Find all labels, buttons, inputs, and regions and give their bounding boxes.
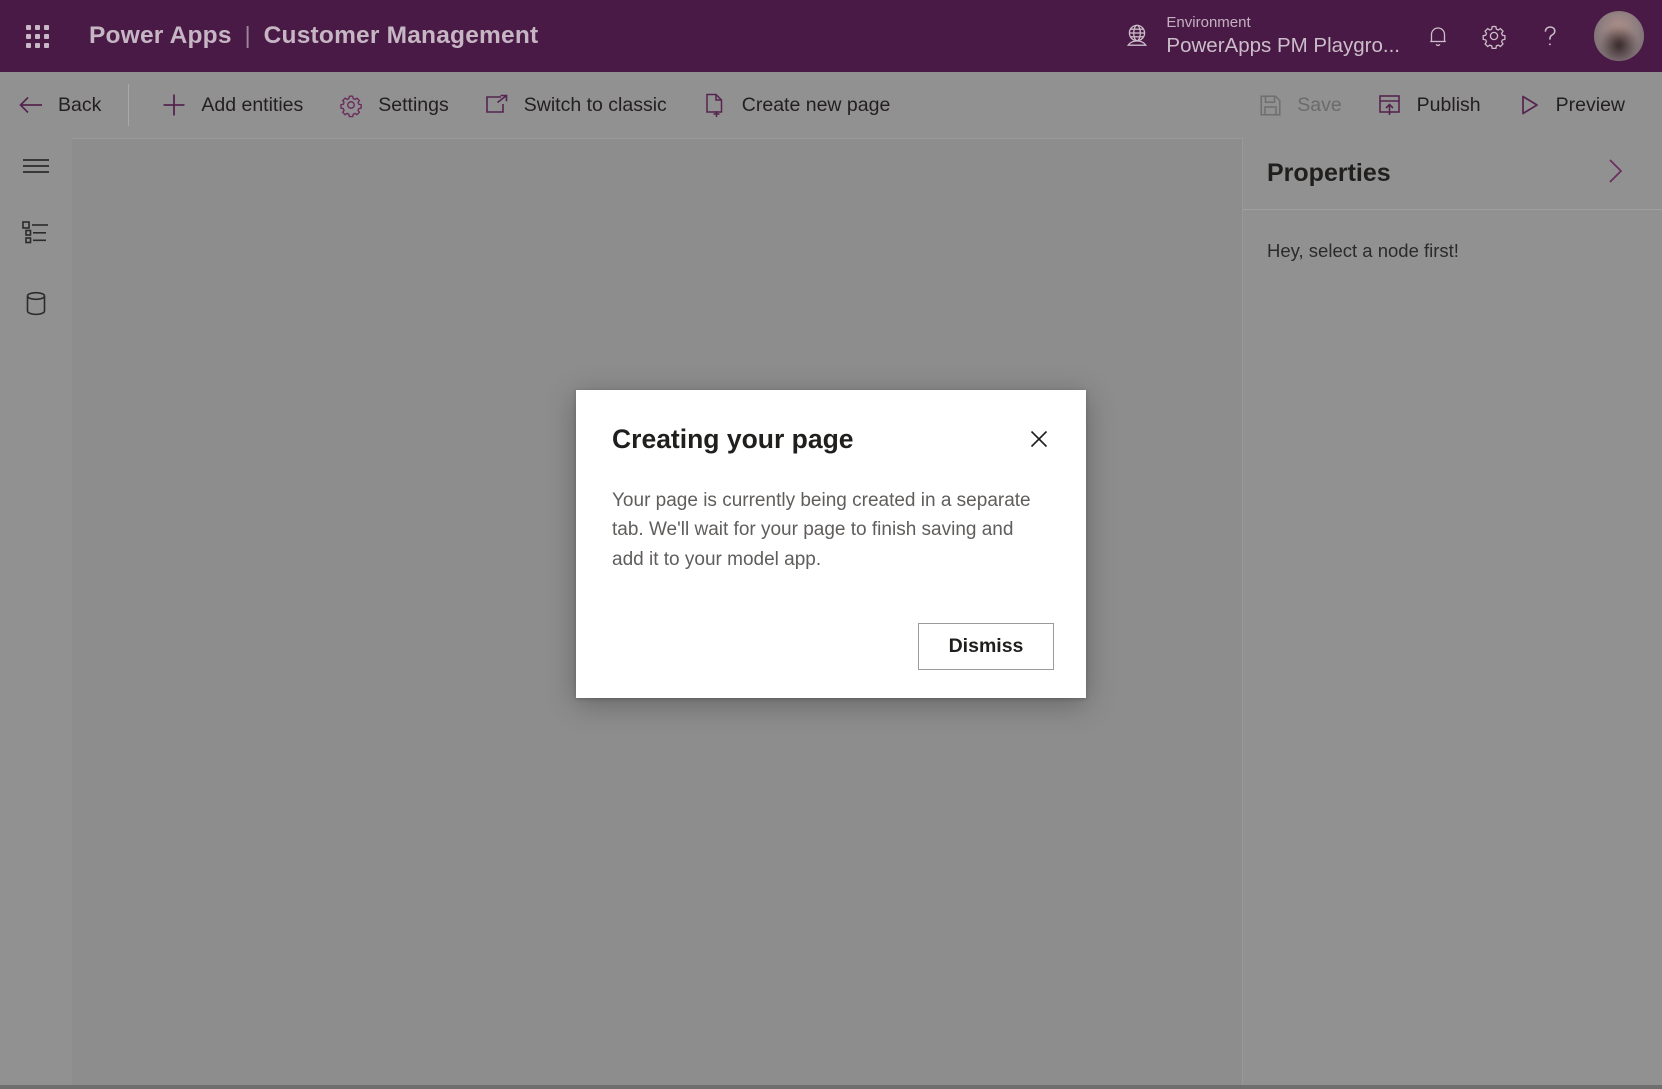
settings-command-label: Settings — [378, 93, 449, 116]
create-new-page-button[interactable]: Create new page — [687, 81, 905, 129]
environment-picker[interactable]: Environment PowerApps PM Playgro... — [1112, 0, 1410, 72]
dialog-title: Creating your page — [612, 424, 854, 454]
add-entities-label: Add entities — [201, 93, 304, 116]
environment-label: Environment — [1166, 14, 1251, 32]
dialog-footer: Dismiss — [612, 623, 1054, 670]
app-launcher-waffle-icon[interactable] — [18, 17, 56, 55]
plus-icon — [160, 91, 188, 119]
notifications-button[interactable] — [1410, 0, 1466, 72]
play-icon — [1515, 91, 1543, 119]
app-name: Customer Management — [263, 22, 539, 49]
brand-product-name: Power Apps — [89, 22, 232, 49]
dismiss-button[interactable]: Dismiss — [918, 623, 1054, 670]
gear-icon — [1480, 22, 1508, 50]
settings-button[interactable] — [1466, 0, 1522, 72]
dialog-body-text: Your page is currently being created in … — [612, 490, 1031, 570]
menu-button[interactable] — [0, 138, 72, 198]
avatar-image — [1594, 11, 1644, 61]
command-bar-right-group: Save Publish Preview — [1239, 81, 1642, 129]
properties-panel-header: Properties — [1243, 138, 1662, 210]
site-map-button[interactable] — [0, 198, 72, 270]
back-button[interactable]: Back — [3, 81, 115, 129]
question-mark-icon — [1537, 22, 1563, 50]
properties-panel: Properties Hey, select a node first! — [1243, 138, 1662, 1089]
properties-empty-message: Hey, select a node first! — [1267, 240, 1459, 261]
left-rail — [0, 138, 72, 1089]
power-apps-model-app-designer: Power Apps | Customer Management Environ… — [0, 0, 1662, 1089]
help-button[interactable] — [1522, 0, 1578, 72]
brand-separator: | — [244, 22, 251, 48]
properties-collapse-button[interactable] — [1598, 157, 1632, 191]
database-icon — [23, 290, 49, 323]
publish-button[interactable]: Publish — [1362, 81, 1495, 129]
save-button-label: Save — [1297, 93, 1342, 116]
switch-to-classic-label: Switch to classic — [523, 93, 667, 116]
create-new-page-label: Create new page — [741, 93, 891, 116]
bottom-strip — [0, 1085, 1662, 1089]
chevron-right-icon — [1604, 156, 1626, 191]
properties-panel-body: Hey, select a node first! — [1243, 210, 1662, 292]
data-button[interactable] — [0, 270, 72, 342]
save-icon — [1256, 91, 1284, 119]
command-bar: Back Add entities Settings Switch to cla… — [0, 72, 1662, 138]
bell-icon — [1425, 23, 1451, 49]
brand[interactable]: Power Apps | Customer Management — [89, 22, 538, 50]
publish-icon — [1376, 91, 1404, 119]
menu-icon — [21, 156, 51, 181]
add-entities-button[interactable]: Add entities — [146, 81, 317, 129]
site-map-tree-icon — [21, 219, 51, 250]
save-button[interactable]: Save — [1242, 81, 1355, 129]
switch-to-classic-button[interactable]: Switch to classic — [469, 81, 681, 129]
environment-value: PowerApps PM Playgro... — [1166, 33, 1400, 57]
command-bar-divider — [128, 84, 130, 126]
header-right-actions: Environment PowerApps PM Playgro... — [1112, 0, 1662, 72]
preview-button-label: Preview — [1555, 93, 1625, 116]
back-button-label: Back — [58, 93, 102, 116]
globe-icon — [1122, 21, 1152, 51]
page-add-icon — [701, 91, 729, 119]
gear-icon — [337, 91, 365, 119]
properties-panel-title: Properties — [1267, 159, 1391, 187]
user-avatar[interactable] — [1594, 11, 1644, 61]
dialog-header: Creating your page — [612, 422, 1054, 460]
command-bar-left-group: Back Add entities Settings Switch to cla… — [0, 81, 907, 129]
settings-command-button[interactable]: Settings — [323, 81, 462, 129]
open-in-new-icon — [483, 91, 511, 119]
creating-page-dialog: Creating your page Your page is currentl… — [576, 390, 1086, 698]
environment-texts: Environment PowerApps PM Playgro... — [1166, 14, 1400, 57]
arrow-left-icon — [17, 91, 45, 119]
publish-button-label: Publish — [1416, 93, 1481, 116]
suite-header: Power Apps | Customer Management Environ… — [0, 0, 1662, 72]
dialog-close-button[interactable] — [1020, 422, 1058, 460]
close-icon — [1027, 427, 1051, 456]
preview-button[interactable]: Preview — [1501, 81, 1639, 129]
